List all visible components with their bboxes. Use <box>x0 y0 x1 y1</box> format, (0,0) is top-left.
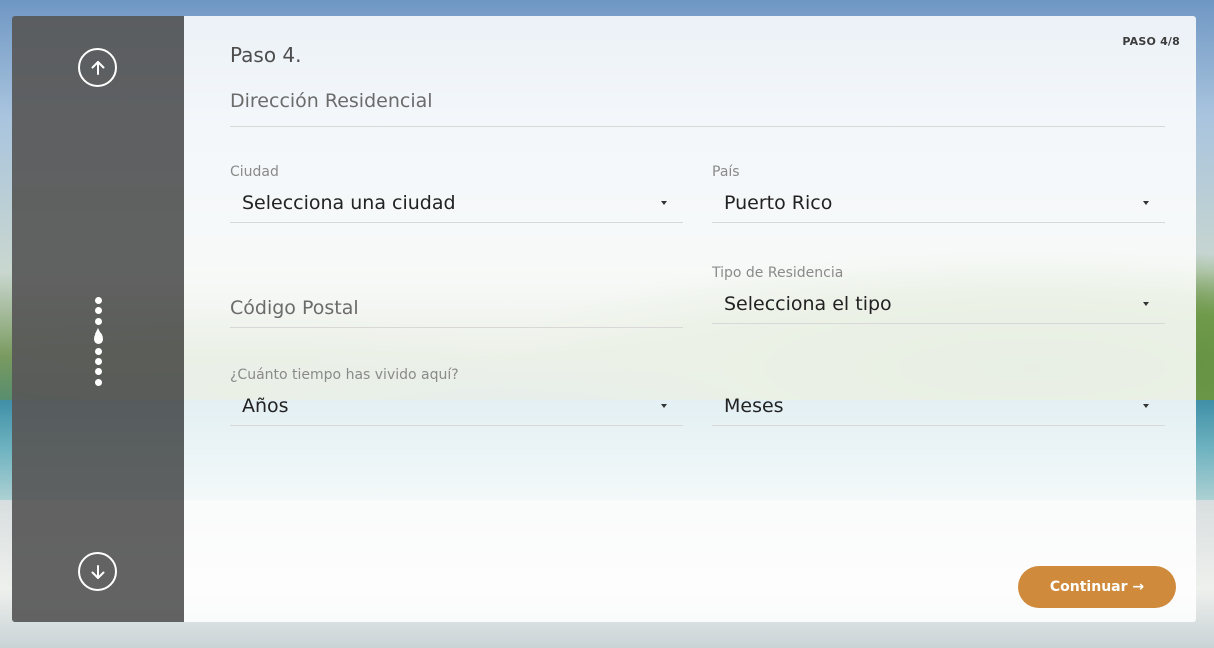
postal-code-field <box>230 288 683 328</box>
months-field: Meses <box>712 386 1165 426</box>
duration-label: ¿Cuánto tiempo has vivido aquí? <box>230 367 459 383</box>
step-dot[interactable] <box>94 317 102 325</box>
step-title: Paso 4. <box>230 43 302 67</box>
months-select[interactable]: Meses <box>712 386 1165 426</box>
country-select-value: Puerto Rico <box>724 191 833 214</box>
next-step-button[interactable] <box>78 552 117 591</box>
years-select[interactable]: Años <box>230 386 683 426</box>
step-dot[interactable] <box>94 358 102 366</box>
step-dot[interactable] <box>94 347 102 355</box>
years-field: ¿Cuánto tiempo has vivido aquí? Años <box>230 364 683 426</box>
city-field: Ciudad Selecciona una ciudad <box>230 161 683 223</box>
step-progress-dots <box>93 297 103 389</box>
postal-code-input[interactable] <box>230 288 683 327</box>
caret-down-icon <box>661 200 667 205</box>
caret-down-icon <box>1143 403 1149 408</box>
country-field: País Puerto Rico <box>712 161 1165 223</box>
years-select-value: Años <box>242 394 289 417</box>
step-dot[interactable] <box>94 378 102 386</box>
city-select[interactable]: Selecciona una ciudad <box>230 183 683 223</box>
residence-type-select-value: Selecciona el tipo <box>724 292 892 315</box>
step-counter-badge: PASO 4/8 <box>1122 35 1180 48</box>
step-dot[interactable] <box>94 368 102 376</box>
arrow-up-circle-icon <box>91 60 104 75</box>
step-dot[interactable] <box>94 307 102 315</box>
section-title: Dirección Residencial <box>230 90 1165 127</box>
form-panel: PASO 4/8 Paso 4. Dirección Residencial C… <box>184 16 1196 622</box>
caret-down-icon <box>661 403 667 408</box>
previous-step-button[interactable] <box>78 48 117 87</box>
residence-type-label: Tipo de Residencia <box>712 265 844 281</box>
city-select-value: Selecciona una ciudad <box>242 191 456 214</box>
country-select[interactable]: Puerto Rico <box>712 183 1165 223</box>
months-select-value: Meses <box>724 394 784 417</box>
country-label: País <box>712 164 740 180</box>
step-dot[interactable] <box>94 297 102 304</box>
step-sidebar <box>12 16 184 622</box>
residence-type-field: Tipo de Residencia Selecciona el tipo <box>712 262 1165 324</box>
city-label: Ciudad <box>230 164 279 180</box>
step-dot-current[interactable] <box>93 327 103 344</box>
caret-down-icon <box>1143 200 1149 205</box>
continue-button[interactable]: Continuar → <box>1018 566 1176 608</box>
residence-type-select[interactable]: Selecciona el tipo <box>712 284 1165 324</box>
arrow-down-circle-icon <box>91 564 104 579</box>
caret-down-icon <box>1143 301 1149 306</box>
